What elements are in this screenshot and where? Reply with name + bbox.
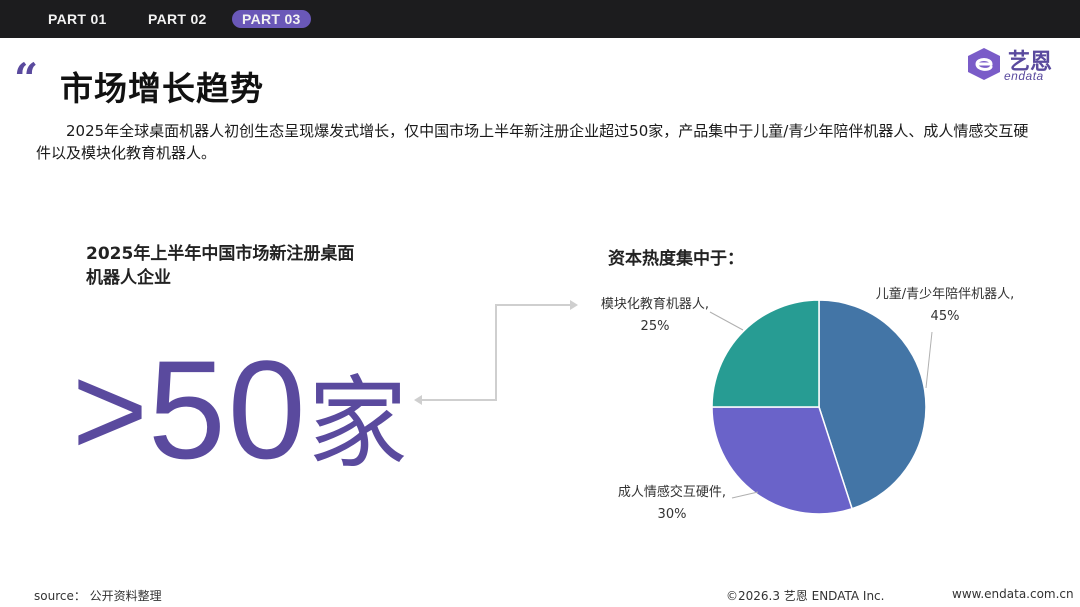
footer-source: source： 公开资料整理 — [34, 589, 162, 603]
pie-chart: 儿童/青少年陪伴机器人, 45% 成人情感交互硬件, 30% 模块化教育机器人, 25% — [601, 286, 1015, 522]
page-title: 市场增长趋势 — [60, 69, 264, 108]
big-stat: >50家 — [72, 340, 408, 494]
pie-leader-line-1 — [731, 491, 759, 499]
company-logo: 艺恩 endata — [964, 44, 1068, 84]
top-nav-bar: PART 01 PART 02 PART 03 — [0, 0, 1080, 38]
stat-value: 50 — [147, 331, 308, 488]
pie-label-2: 模块化教育机器人, — [601, 296, 709, 312]
pie-value-label-2: 25% — [641, 319, 670, 334]
chart-title: 资本热度集中于： — [608, 249, 744, 269]
stat-heading: 2025年上半年中国市场新注册桌面机器人企业 — [86, 244, 355, 288]
pie-label-0: 儿童/青少年陪伴机器人, — [876, 286, 1015, 302]
pie-label-1: 成人情感交互硬件, — [618, 484, 726, 500]
pie-value-label-0: 45% — [931, 309, 960, 324]
pie-value-label-1: 30% — [658, 507, 687, 522]
connector-arrow — [414, 300, 578, 405]
pie-leader-line-0 — [925, 331, 933, 389]
tab-part-01[interactable]: PART 01 — [48, 10, 107, 28]
tab-part-03[interactable]: PART 03 — [232, 10, 311, 28]
stat-unit: 家 — [307, 365, 408, 482]
quote-mark-icon: “ — [14, 54, 39, 103]
tab-part-02[interactable]: PART 02 — [148, 10, 207, 28]
endata-logo-icon — [968, 48, 1000, 80]
intro-paragraph: 2025年全球桌面机器人初创生态呈现爆发式增长，仅中国市场上半年新注册企业超过5… — [36, 122, 1029, 162]
pie-leader-line-2 — [709, 311, 744, 331]
logo-english-text: endata — [1004, 69, 1044, 83]
footer-copyright: ©2026.3 艺恩 ENDATA Inc. — [726, 589, 885, 603]
stat-prefix: > — [72, 337, 148, 483]
footer-website[interactable]: www.endata.com.cn — [952, 587, 1074, 601]
pie-slice-2 — [711, 299, 820, 408]
